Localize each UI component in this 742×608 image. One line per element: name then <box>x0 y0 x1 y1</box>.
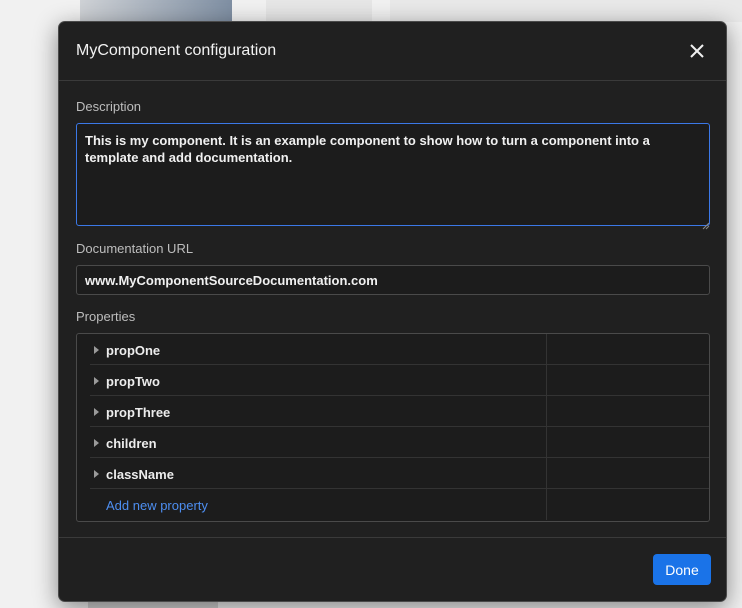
property-row[interactable]: propTwo <box>77 365 709 396</box>
expand-caret-icon[interactable] <box>94 346 99 354</box>
property-value-cell <box>546 365 709 396</box>
property-name: className <box>106 467 174 482</box>
property-value-cell <box>546 458 709 489</box>
documentation-url-label: Documentation URL <box>76 241 194 256</box>
background-panel <box>266 0 372 22</box>
documentation-url-input[interactable] <box>76 265 710 295</box>
dialog-header: MyComponent configuration <box>59 22 726 81</box>
property-name: propOne <box>106 343 161 358</box>
property-name: propThree <box>106 405 171 420</box>
property-value-cell <box>546 334 709 365</box>
properties-table: propOne propTwo propThree children class… <box>76 333 710 522</box>
property-row[interactable]: propThree <box>77 396 709 427</box>
add-property-row: Add new property <box>77 489 709 520</box>
property-name: propTwo <box>106 374 160 389</box>
expand-caret-icon[interactable] <box>94 408 99 416</box>
property-row[interactable]: className <box>77 458 709 489</box>
property-row[interactable]: children <box>77 427 709 458</box>
resize-grip-icon[interactable] <box>702 217 710 230</box>
property-value-cell <box>546 396 709 427</box>
done-button[interactable]: Done <box>653 554 711 585</box>
footer-divider <box>59 537 726 538</box>
add-new-property-link[interactable]: Add new property <box>106 498 208 513</box>
property-name: children <box>106 436 157 451</box>
expand-caret-icon[interactable] <box>94 377 99 385</box>
description-label: Description <box>76 99 142 114</box>
property-row[interactable]: propOne <box>77 334 709 365</box>
close-icon[interactable] <box>686 40 708 62</box>
properties-label: Properties <box>76 309 136 324</box>
property-value-cell <box>546 489 709 520</box>
property-cell <box>90 427 546 458</box>
property-value-cell <box>546 427 709 458</box>
dialog-title: MyComponent configuration <box>76 42 277 59</box>
expand-caret-icon[interactable] <box>94 439 99 447</box>
expand-caret-icon[interactable] <box>94 470 99 478</box>
description-textarea[interactable]: This is my component. It is an example c… <box>76 123 710 226</box>
configuration-dialog: MyComponent configuration Description Th… <box>58 21 727 602</box>
background-panel <box>390 0 742 22</box>
